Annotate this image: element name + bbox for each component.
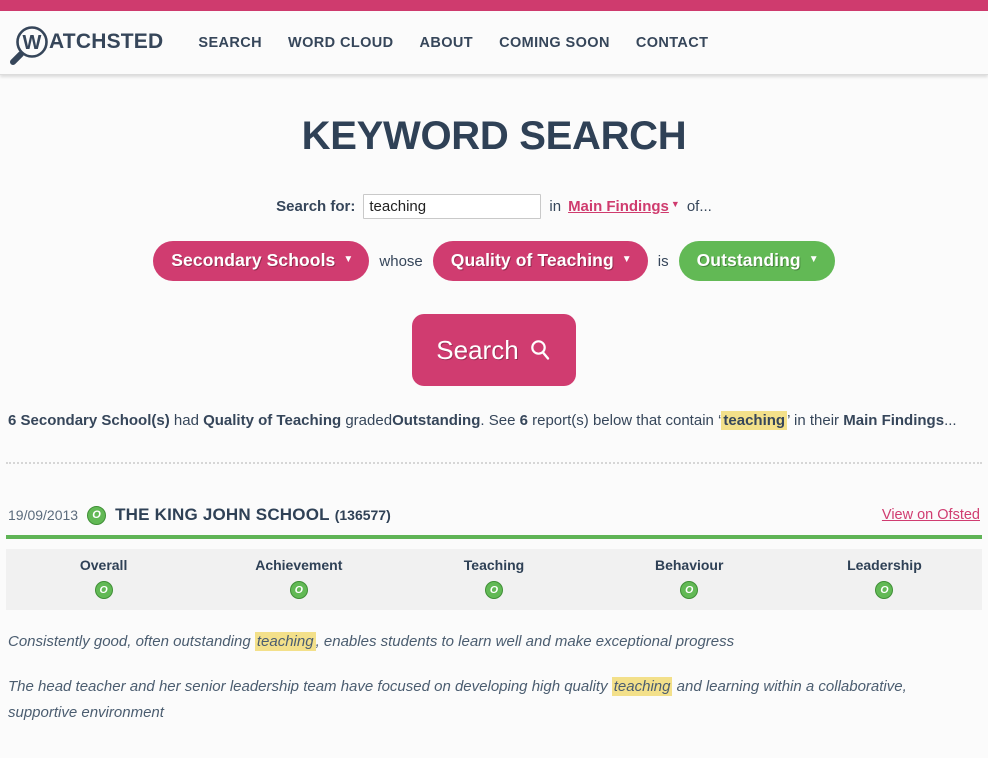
divider-top (6, 462, 982, 465)
summary-reports-text: report(s) below that contain (532, 412, 714, 430)
search-for-row: Search for: in Main Findings ▼ of... (0, 194, 988, 219)
search-input[interactable] (363, 194, 542, 219)
summary-count: 6 (8, 412, 17, 430)
page-title: KEYWORD SEARCH (301, 114, 687, 158)
chevron-down-icon: ▼ (808, 254, 819, 266)
grade-badge-icon: O (875, 581, 894, 600)
svg-text:W: W (23, 32, 42, 54)
view-on-ofsted-link[interactable]: View on Ofsted (882, 507, 980, 523)
summary-phase: Secondary School(s) (20, 412, 170, 430)
grade-label: Behaviour (654, 557, 724, 574)
result-header: 19/09/2013 O THE KING JOHN SCHOOL (13657… (0, 505, 988, 525)
grade-badge-wrap: O (396, 581, 591, 600)
grade-filter-pill[interactable]: Outstanding ▼ (678, 241, 835, 282)
scope-dropdown-link[interactable]: Main Findings (568, 198, 669, 215)
chevron-down-icon[interactable]: ▼ (671, 199, 680, 209)
inspection-date: 19/09/2013 (8, 507, 79, 524)
joiner-whose: whose (379, 252, 423, 270)
grade-column-behaviour: Behaviour O (592, 557, 787, 600)
result-card: 19/09/2013 O THE KING JOHN SCHOOL (13657… (0, 505, 988, 725)
excerpt-post: , enables students to learn well and mak… (315, 633, 735, 651)
nav-item-search[interactable]: SEARCH (185, 35, 275, 51)
result-green-rule (6, 535, 982, 540)
summary-ellipsis: ... (944, 412, 957, 430)
grade-label: Achievement (255, 557, 343, 574)
nav-item-about[interactable]: ABOUT (407, 35, 487, 51)
nav-item-contact[interactable]: CONTACT (623, 35, 722, 51)
excerpt-keyword-highlight: teaching (254, 632, 316, 652)
summary-report-count: 6 (519, 412, 528, 430)
grade-badge-icon: O (289, 581, 308, 600)
grades-table: Overall O Achievement O Teaching O Behav… (6, 549, 982, 611)
excerpt-keyword-highlight: teaching (611, 677, 673, 697)
grade-badge-wrap: O (592, 581, 787, 600)
grade-badge-icon: O (485, 581, 503, 600)
nav-links: SEARCH WORD CLOUD ABOUT COMING SOON CONT… (185, 35, 721, 51)
summary-in-their: in their (794, 412, 840, 430)
nav-item-coming-soon[interactable]: COMING SOON (486, 35, 623, 51)
grade-label: Leadership (847, 557, 922, 574)
filter-pill-row: Secondary Schools ▼ whose Quality of Tea… (0, 241, 988, 282)
overall-grade-badge-icon: O (87, 505, 107, 525)
chevron-down-icon: ▼ (343, 254, 354, 266)
grade-label: Overall (79, 557, 128, 574)
category-filter-pill[interactable]: Quality of Teaching ▼ (432, 241, 648, 282)
main-navbar: W ATCHSTED SEARCH WORD CLOUD ABOUT COMIN… (0, 11, 988, 75)
summary-see: . See (480, 412, 516, 430)
search-button-label: Search (436, 334, 519, 365)
summary-keyword-highlight: teaching (721, 411, 788, 431)
search-icon (528, 338, 552, 362)
chevron-down-icon: ▼ (621, 254, 632, 266)
grade-column-achievement: Achievement O (201, 557, 396, 600)
grade-badge-wrap: O (787, 581, 982, 600)
search-button[interactable]: Search (412, 314, 576, 387)
excerpt-pre: Consistently good, often outstanding (8, 633, 255, 651)
phase-filter-pill[interactable]: Secondary Schools ▼ (153, 241, 370, 282)
grade-column-teaching: Teaching O (396, 557, 591, 600)
of-word-label: of... (686, 198, 712, 215)
excerpt-1: Consistently good, often outstanding tea… (8, 629, 980, 655)
school-urn: (136577) (334, 507, 391, 524)
grade-badge-wrap: O (6, 581, 201, 600)
school-name: THE KING JOHN SCHOOL (115, 505, 330, 525)
grade-label: Teaching (463, 557, 525, 574)
results-summary: 6 Secondary School(s) had Quality of Tea… (8, 410, 988, 431)
summary-quote-close: ’ (787, 412, 790, 430)
search-button-row: Search (0, 314, 988, 387)
excerpt-2: The head teacher and her senior leadersh… (8, 674, 980, 726)
category-filter-label: Quality of Teaching (450, 250, 614, 270)
in-word-label: in (549, 198, 562, 215)
grade-filter-label: Outstanding (696, 250, 801, 270)
site-logo[interactable]: W ATCHSTED (8, 21, 163, 65)
summary-scope: Main Findings (843, 412, 945, 430)
summary-category: Quality of Teaching (203, 412, 342, 430)
grade-column-leadership: Leadership O (787, 557, 982, 600)
summary-grade: Outstanding (392, 412, 481, 430)
search-for-label: Search for: (276, 198, 356, 215)
logo-wordmark: ATCHSTED (49, 30, 164, 53)
nav-item-word-cloud[interactable]: WORD CLOUD (275, 35, 407, 51)
joiner-is: is (657, 252, 669, 270)
summary-had: had (173, 412, 199, 430)
grade-column-overall: Overall O (6, 557, 201, 600)
phase-filter-label: Secondary Schools (171, 250, 336, 270)
grade-badge-icon: O (94, 581, 113, 600)
summary-graded: graded (345, 412, 393, 430)
top-accent-bar (0, 0, 988, 11)
excerpt-pre: The head teacher and her senior leadersh… (8, 678, 612, 696)
grade-badge-icon: O (680, 581, 699, 600)
grade-badge-wrap: O (201, 581, 396, 600)
